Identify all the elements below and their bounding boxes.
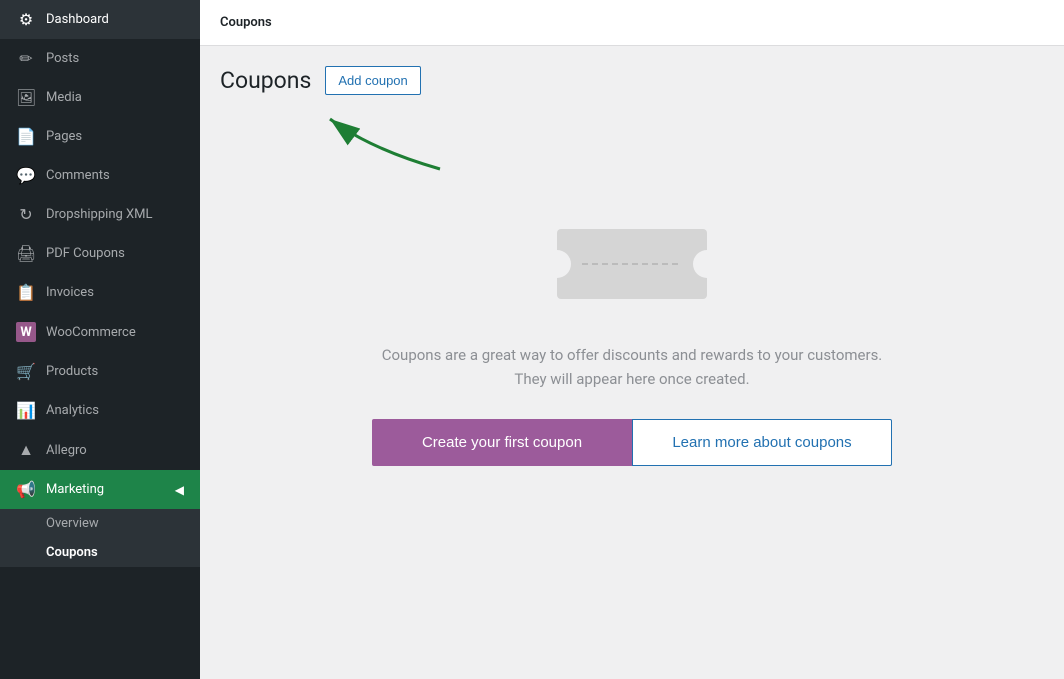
pages-icon: 📄 bbox=[16, 127, 36, 146]
sidebar-item-label: Pages bbox=[46, 129, 82, 144]
sidebar-item-pages[interactable]: 📄 Pages bbox=[0, 117, 200, 156]
sidebar-item-dashboard[interactable]: ⚙ Dashboard bbox=[0, 0, 200, 39]
analytics-icon: 📊 bbox=[16, 401, 36, 420]
woo-icon: W bbox=[16, 322, 36, 342]
sidebar-item-analytics[interactable]: 📊 Analytics bbox=[0, 391, 200, 430]
main-content: Coupons Coupons Add coupon bbox=[200, 0, 1064, 679]
coupon-empty-icon bbox=[552, 209, 712, 319]
arrow-annotation bbox=[280, 109, 1044, 169]
sidebar-item-marketing[interactable]: 📢 Marketing ◀ bbox=[0, 470, 200, 509]
arrow-icon bbox=[280, 109, 480, 179]
sidebar-item-dropshipping[interactable]: ↻ Dropshipping XML bbox=[0, 195, 200, 234]
pdf-icon: 🖨 bbox=[16, 244, 36, 263]
sidebar-item-label: Dropshipping XML bbox=[46, 207, 153, 222]
sidebar-item-label: PDF Coupons bbox=[46, 246, 125, 261]
page-title: Coupons bbox=[220, 67, 311, 94]
sidebar-item-posts[interactable]: ✏ Posts bbox=[0, 39, 200, 78]
sidebar-item-label: Comments bbox=[46, 168, 110, 183]
dropshipping-icon: ↻ bbox=[16, 205, 36, 224]
action-buttons: Create your first coupon Learn more abou… bbox=[372, 419, 892, 466]
submenu-coupons-label: Coupons bbox=[46, 545, 98, 560]
submenu-overview[interactable]: Overview bbox=[0, 509, 200, 538]
create-first-coupon-button[interactable]: Create your first coupon bbox=[372, 419, 632, 466]
learn-more-button[interactable]: Learn more about coupons bbox=[632, 419, 892, 466]
sidebar-item-label: WooCommerce bbox=[46, 325, 136, 340]
sidebar-item-woocommerce[interactable]: W WooCommerce bbox=[0, 312, 200, 352]
sidebar-item-pdf-coupons[interactable]: 🖨 PDF Coupons bbox=[0, 234, 200, 273]
sidebar-item-label: Analytics bbox=[46, 403, 99, 418]
submenu-overview-label: Overview bbox=[46, 516, 99, 531]
empty-description: Coupons are a great way to offer discoun… bbox=[372, 343, 892, 391]
sidebar-item-allegro[interactable]: ▲ Allegro bbox=[0, 430, 200, 470]
allegro-icon: ▲ bbox=[16, 440, 36, 460]
submenu-coupons[interactable]: Coupons bbox=[0, 538, 200, 567]
content-area: Coupons Add coupon bbox=[200, 46, 1064, 679]
topbar: Coupons bbox=[200, 0, 1064, 46]
invoices-icon: 📋 bbox=[16, 283, 36, 302]
media-icon: 🖼 bbox=[16, 88, 36, 107]
sidebar-item-media[interactable]: 🖼 Media bbox=[0, 78, 200, 117]
sidebar-item-products[interactable]: 🛒 Products bbox=[0, 352, 200, 391]
sidebar-item-label: Allegro bbox=[46, 443, 87, 458]
marketing-submenu: Overview Coupons bbox=[0, 509, 200, 567]
page-header: Coupons Add coupon bbox=[220, 66, 1044, 95]
posts-icon: ✏ bbox=[16, 49, 36, 68]
sidebar-item-label: Dashboard bbox=[46, 12, 109, 27]
sidebar: ⚙ Dashboard ✏ Posts 🖼 Media 📄 Pages 💬 Co… bbox=[0, 0, 200, 679]
sidebar-item-label: Media bbox=[46, 90, 82, 105]
sidebar-item-label: Posts bbox=[46, 51, 79, 66]
sidebar-item-label: Marketing bbox=[46, 482, 104, 497]
topbar-title: Coupons bbox=[220, 15, 272, 30]
comments-icon: 💬 bbox=[16, 166, 36, 185]
sidebar-item-invoices[interactable]: 📋 Invoices bbox=[0, 273, 200, 312]
add-coupon-button[interactable]: Add coupon bbox=[325, 66, 420, 95]
sidebar-item-label: Products bbox=[46, 364, 98, 379]
empty-state: Coupons are a great way to offer discoun… bbox=[220, 169, 1044, 506]
sidebar-item-comments[interactable]: 💬 Comments bbox=[0, 156, 200, 195]
products-icon: 🛒 bbox=[16, 362, 36, 381]
marketing-icon: 📢 bbox=[16, 480, 36, 499]
dashboard-icon: ⚙ bbox=[16, 10, 36, 29]
sidebar-item-label: Invoices bbox=[46, 285, 94, 300]
collapse-icon: ◀ bbox=[175, 483, 184, 497]
